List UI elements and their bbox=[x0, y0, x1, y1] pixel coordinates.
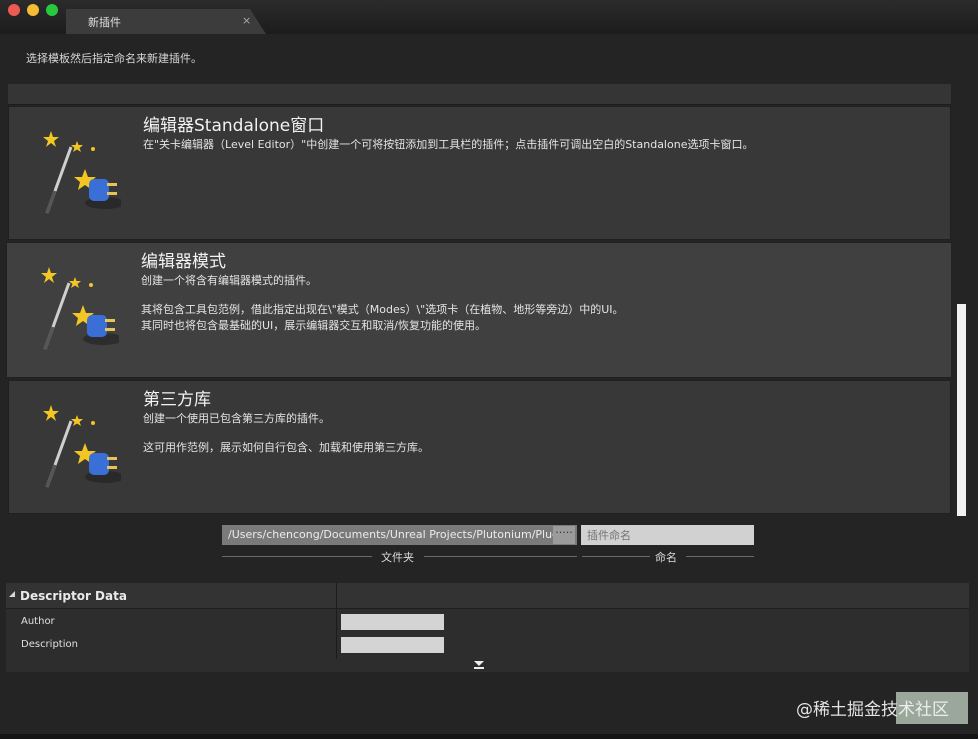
template-description-line: 其将包含工具包范例，借此指定出现在\"模式（Modes）\"选项卡（在植物、地形… bbox=[141, 303, 624, 332]
author-input[interactable] bbox=[341, 614, 444, 630]
plugin-wand-icon bbox=[43, 131, 121, 214]
maximize-window-button[interactable] bbox=[46, 4, 58, 16]
minimize-window-button[interactable] bbox=[27, 4, 39, 16]
watermark-text: @稀土掘金技术社区 bbox=[796, 700, 949, 720]
template-description-line: 创建一个使用已包含第三方库的插件。 bbox=[143, 412, 330, 425]
tab-close-icon[interactable]: × bbox=[242, 14, 251, 27]
close-window-button[interactable] bbox=[8, 4, 20, 16]
descriptor-data-header[interactable]: Descriptor Data bbox=[6, 583, 969, 609]
template-description-line: 这可用作范例，展示如何自行包含、加载和使用第三方库。 bbox=[143, 441, 429, 454]
template-description: 在"关卡编辑器（Level Editor）"中创建一个可将按钮添加到工具栏的插件… bbox=[143, 137, 933, 166]
template-title: 编辑器Standalone窗口 bbox=[143, 116, 325, 136]
template-description: 创建一个使用已包含第三方库的插件。 这可用作范例，展示如何自行包含、加载和使用第… bbox=[143, 411, 933, 469]
collapse-caret-icon[interactable] bbox=[9, 591, 15, 597]
name-label: 命名 bbox=[655, 551, 677, 564]
folder-label-rule-right bbox=[424, 556, 577, 557]
tab-new-plugin[interactable]: 新插件 × bbox=[66, 9, 266, 34]
template-description-line: 创建一个将含有编辑器模式的插件。 bbox=[141, 274, 317, 287]
template-title: 第三方库 bbox=[143, 390, 211, 410]
template-list[interactable]: 编辑器Standalone窗口 在"关卡编辑器（Level Editor）"中创… bbox=[6, 84, 951, 516]
property-row-description: Description bbox=[6, 634, 969, 657]
property-label: Description bbox=[21, 639, 78, 650]
instruction-text: 选择模板然后指定命名来新建插件。 bbox=[26, 52, 202, 65]
expand-down-icon[interactable] bbox=[474, 661, 484, 670]
description-input[interactable] bbox=[341, 637, 444, 653]
template-description: 创建一个将含有编辑器模式的插件。 其将包含工具包范例，借此指定出现在\"模式（M… bbox=[141, 273, 931, 347]
folder-label-rule-left bbox=[222, 556, 372, 557]
plugin-wand-icon bbox=[43, 405, 121, 488]
title-bar: 新插件 × bbox=[0, 0, 978, 34]
plugin-name-input[interactable] bbox=[581, 525, 754, 545]
template-list-scrollbar[interactable] bbox=[957, 304, 966, 516]
list-top-strip bbox=[8, 84, 951, 105]
template-card-standalone-window[interactable]: 编辑器Standalone窗口 在"关卡编辑器（Level Editor）"中创… bbox=[8, 106, 951, 240]
browse-folder-button[interactable]: ····· bbox=[553, 526, 575, 544]
folder-label: 文件夹 bbox=[381, 551, 414, 564]
descriptor-data-title: Descriptor Data bbox=[20, 589, 127, 603]
descriptor-data-panel: Descriptor Data Author Description bbox=[6, 583, 969, 672]
template-card-editor-mode[interactable]: 编辑器模式 创建一个将含有编辑器模式的插件。 其将包含工具包范例，借此指定出现在… bbox=[6, 242, 951, 378]
property-label: Author bbox=[21, 616, 55, 627]
plugin-folder-path-field[interactable]: /Users/chencong/Documents/Unreal Project… bbox=[222, 525, 577, 545]
tab-label: 新插件 bbox=[88, 16, 121, 29]
plugin-wand-icon bbox=[41, 267, 119, 350]
name-label-rule-left bbox=[582, 556, 650, 557]
template-card-third-party-library[interactable]: 第三方库 创建一个使用已包含第三方库的插件。 这可用作范例，展示如何自行包含、加… bbox=[8, 380, 951, 514]
property-row-author: Author bbox=[6, 611, 969, 634]
template-title: 编辑器模式 bbox=[141, 252, 226, 272]
template-description-line: 在"关卡编辑器（Level Editor）"中创建一个可将按钮添加到工具栏的插件… bbox=[143, 138, 754, 151]
name-label-rule-right bbox=[686, 556, 754, 557]
